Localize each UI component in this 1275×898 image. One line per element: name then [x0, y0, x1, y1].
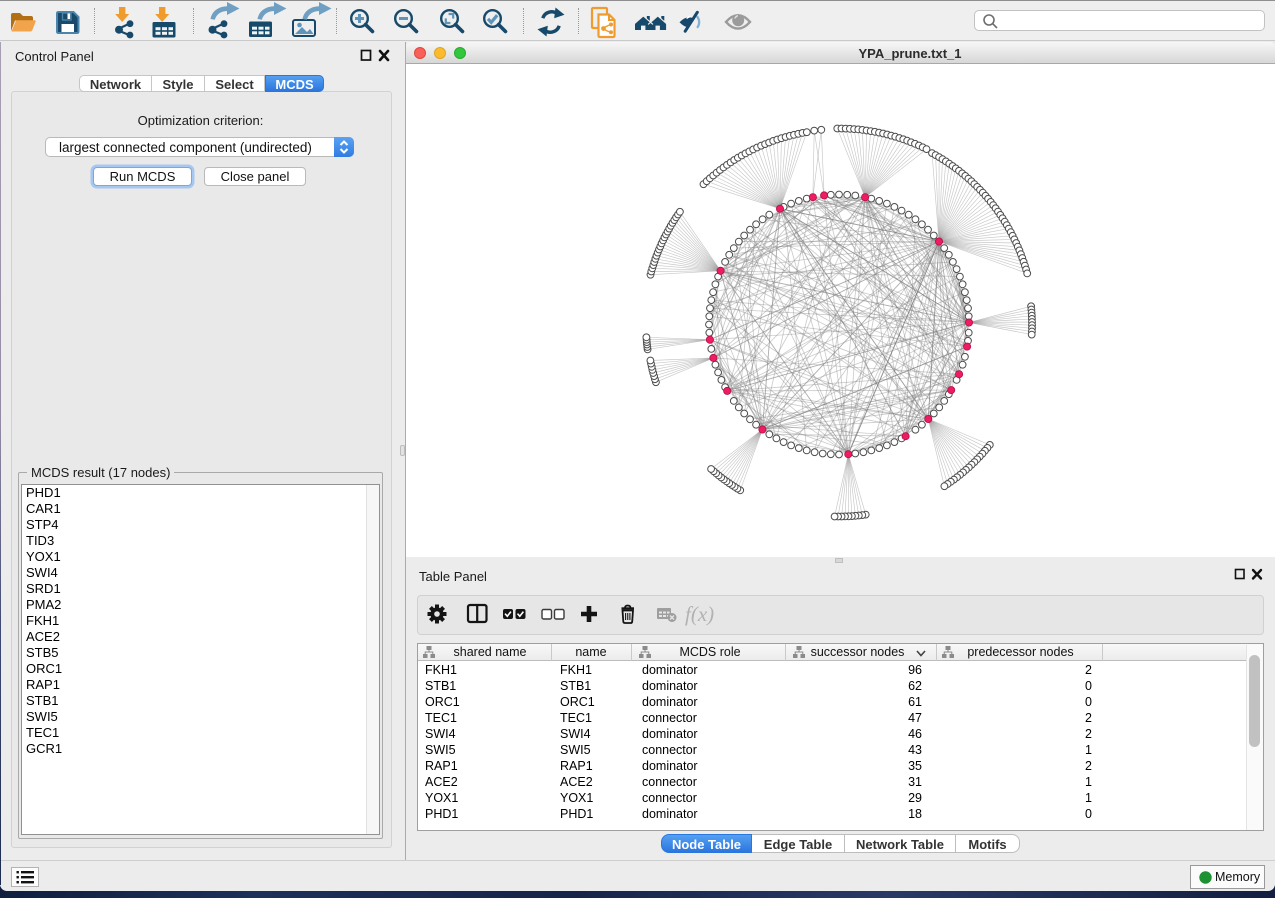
svg-text:f(x): f(x)	[685, 602, 714, 626]
